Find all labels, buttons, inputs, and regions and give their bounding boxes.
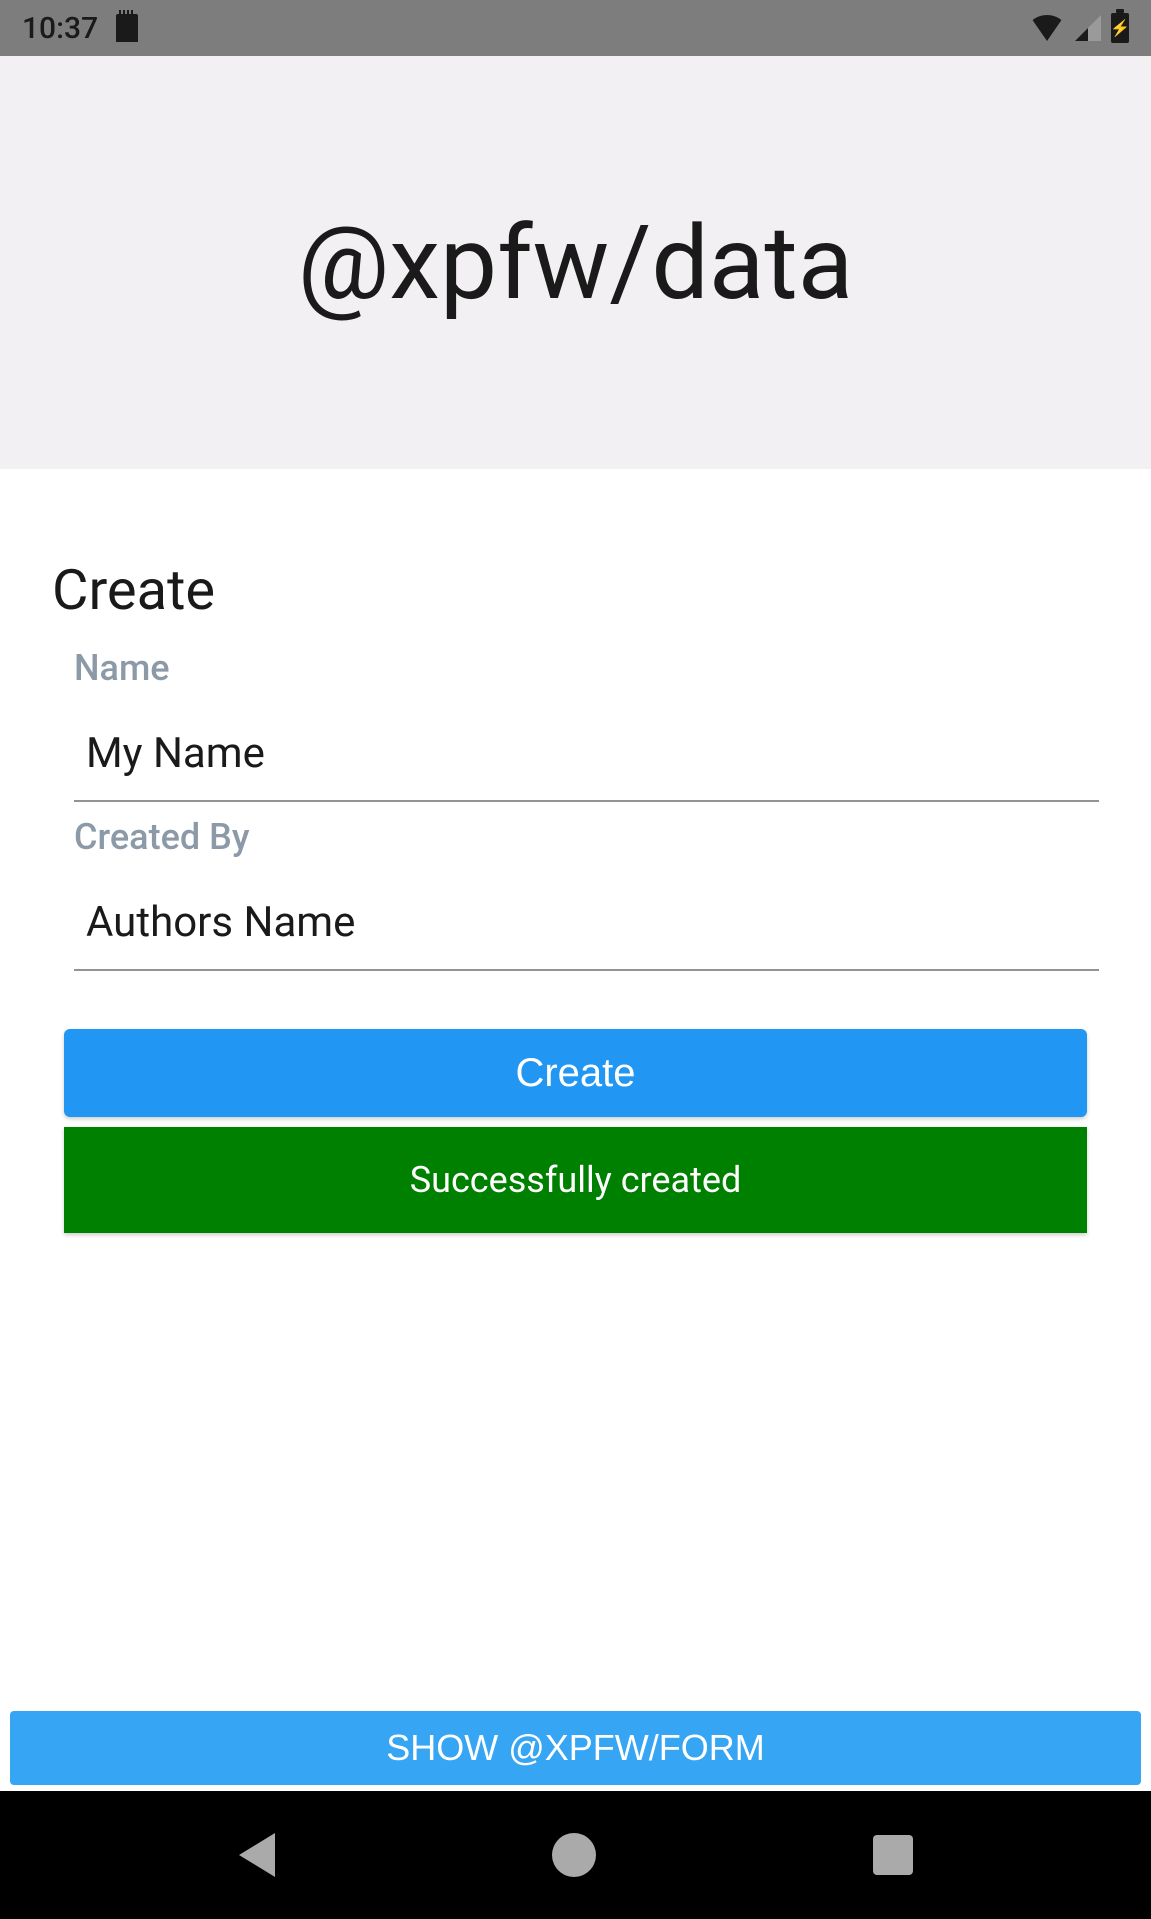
- section-title: Create: [52, 557, 1099, 623]
- android-nav-bar: [0, 1791, 1151, 1919]
- success-banner: Successfully created: [64, 1127, 1087, 1233]
- home-icon[interactable]: [552, 1833, 596, 1877]
- bottom-button-wrapper: SHOW @XPFW/FORM: [0, 1669, 1151, 1791]
- battery-charging-icon: [1111, 13, 1129, 43]
- show-form-button[interactable]: SHOW @XPFW/FORM: [10, 1711, 1141, 1785]
- buttons-group: Create Successfully created: [52, 985, 1099, 1233]
- status-left: 10:37: [22, 11, 138, 46]
- create-button[interactable]: Create: [64, 1029, 1087, 1117]
- wifi-icon: [1029, 15, 1065, 41]
- status-time: 10:37: [22, 11, 98, 46]
- content-area: @xpfw/data Create Name Created By Create…: [0, 56, 1151, 1791]
- name-label: Name: [74, 647, 1099, 689]
- created-by-label: Created By: [74, 816, 1099, 858]
- name-field-group: Name: [52, 647, 1099, 802]
- spacer: [0, 1233, 1151, 1669]
- form-section: Create Name Created By Create Successful…: [0, 469, 1151, 1233]
- status-right: [1029, 13, 1129, 43]
- status-bar: 10:37: [0, 0, 1151, 56]
- sd-card-icon: [116, 14, 138, 42]
- created-by-input[interactable]: [74, 888, 1099, 971]
- recent-apps-icon[interactable]: [873, 1835, 913, 1875]
- cellular-signal-icon: [1075, 15, 1101, 41]
- back-icon[interactable]: [239, 1833, 275, 1877]
- page-title: @xpfw/data: [298, 203, 854, 323]
- created-by-field-group: Created By: [52, 816, 1099, 971]
- header-section: @xpfw/data: [0, 56, 1151, 469]
- name-input[interactable]: [74, 719, 1099, 802]
